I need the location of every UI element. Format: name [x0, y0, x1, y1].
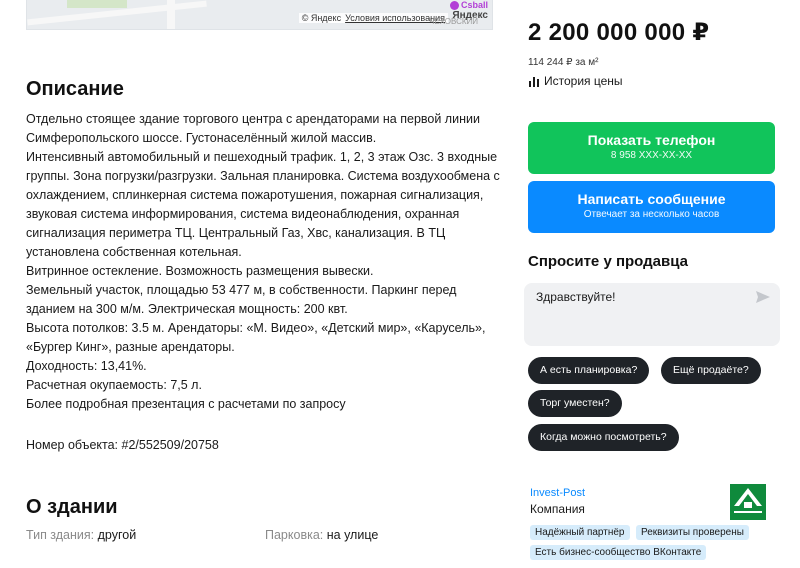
description-line: Доходность: 13,41%.: [26, 359, 147, 373]
building-type-label: Тип здания:: [26, 528, 95, 542]
seller-message-input[interactable]: Здравствуйте!: [524, 283, 780, 346]
description-line: Высота потолков: 3.5 м. Арендаторы: «М. …: [26, 321, 486, 354]
building-type: Тип здания: другой: [26, 528, 136, 542]
ask-seller-title: Спросите у продавца: [528, 253, 688, 270]
response-time-label: Отвечает за несколько часов: [583, 209, 720, 220]
house-logo-icon: [734, 488, 762, 513]
send-icon[interactable]: [756, 291, 770, 303]
building-parking: Парковка: на улице: [265, 528, 378, 542]
map-poi-label: Csball: [460, 0, 488, 10]
map-attribution: © Яндекс Условия использования: [298, 13, 448, 23]
map-street-label: ЧЕХОВСКИЙ: [429, 17, 478, 26]
show-phone-button[interactable]: Показать телефон 8 958 XXX-XX-XX: [528, 122, 775, 174]
price-history-link[interactable]: История цены: [528, 74, 623, 88]
price-per-m2: 114 244 ₽ за м²: [528, 57, 599, 68]
seller-type: Компания: [530, 502, 585, 516]
quick-question-chip[interactable]: Когда можно посмотреть?: [528, 424, 679, 451]
price: 2 200 000 000 ₽: [528, 19, 710, 46]
description-line: Отдельно стоящее здание торгового центра…: [26, 112, 480, 145]
write-message-button[interactable]: Написать сообщение Отвечает за несколько…: [528, 181, 775, 233]
map-poi[interactable]: Csball: [449, 0, 488, 11]
map-park-area: [67, 0, 127, 8]
bar-chart-icon: [529, 76, 539, 87]
quick-question-chip[interactable]: Ещё продаёте?: [661, 357, 761, 384]
seller-badge: Надёжный партнёр: [530, 525, 630, 540]
description-text: Отдельно стоящее здание торгового центра…: [26, 110, 506, 414]
phone-number-masked: 8 958 XXX-XX-XX: [610, 150, 693, 161]
seller-badge[interactable]: Есть бизнес-сообщество ВКонтакте: [530, 545, 707, 560]
parking-label: Парковка:: [265, 528, 324, 542]
write-message-label: Написать сообщение: [577, 191, 726, 207]
object-number: Номер объекта: #2/552509/20758: [26, 438, 219, 452]
map-copyright: © Яндекс: [301, 13, 342, 23]
description-line: Более подробная презентация с расчетами …: [26, 397, 346, 411]
quick-question-chip[interactable]: А есть планировка?: [528, 357, 650, 384]
seller-name-link[interactable]: Invest-Post: [530, 487, 585, 499]
map-preview[interactable]: Csball © Яндекс Условия использования Ян…: [26, 0, 493, 30]
show-phone-label: Показать телефон: [587, 132, 716, 148]
building-type-value: другой: [97, 528, 137, 542]
poi-marker-icon: [449, 1, 459, 11]
message-text: Здравствуйте!: [536, 290, 616, 304]
quick-question-chip[interactable]: Торг уместен?: [528, 390, 622, 417]
seller-logo[interactable]: [730, 484, 766, 520]
description-line: Расчетная окупаемость: 7,5 л.: [26, 378, 202, 392]
building-title: О здании: [26, 496, 118, 518]
description-line: Земельный участок, площадью 53 477 м, в …: [26, 283, 457, 316]
map-road: [167, 0, 175, 29]
description-line: Витринное остекление. Возможность размещ…: [26, 264, 374, 278]
description-title: Описание: [26, 78, 124, 100]
price-history-label: История цены: [544, 74, 623, 88]
parking-value: на улице: [326, 528, 379, 542]
seller-badge: Реквизиты проверены: [636, 525, 749, 540]
description-line: Интенсивный автомобильный и пешеходный т…: [26, 150, 500, 259]
